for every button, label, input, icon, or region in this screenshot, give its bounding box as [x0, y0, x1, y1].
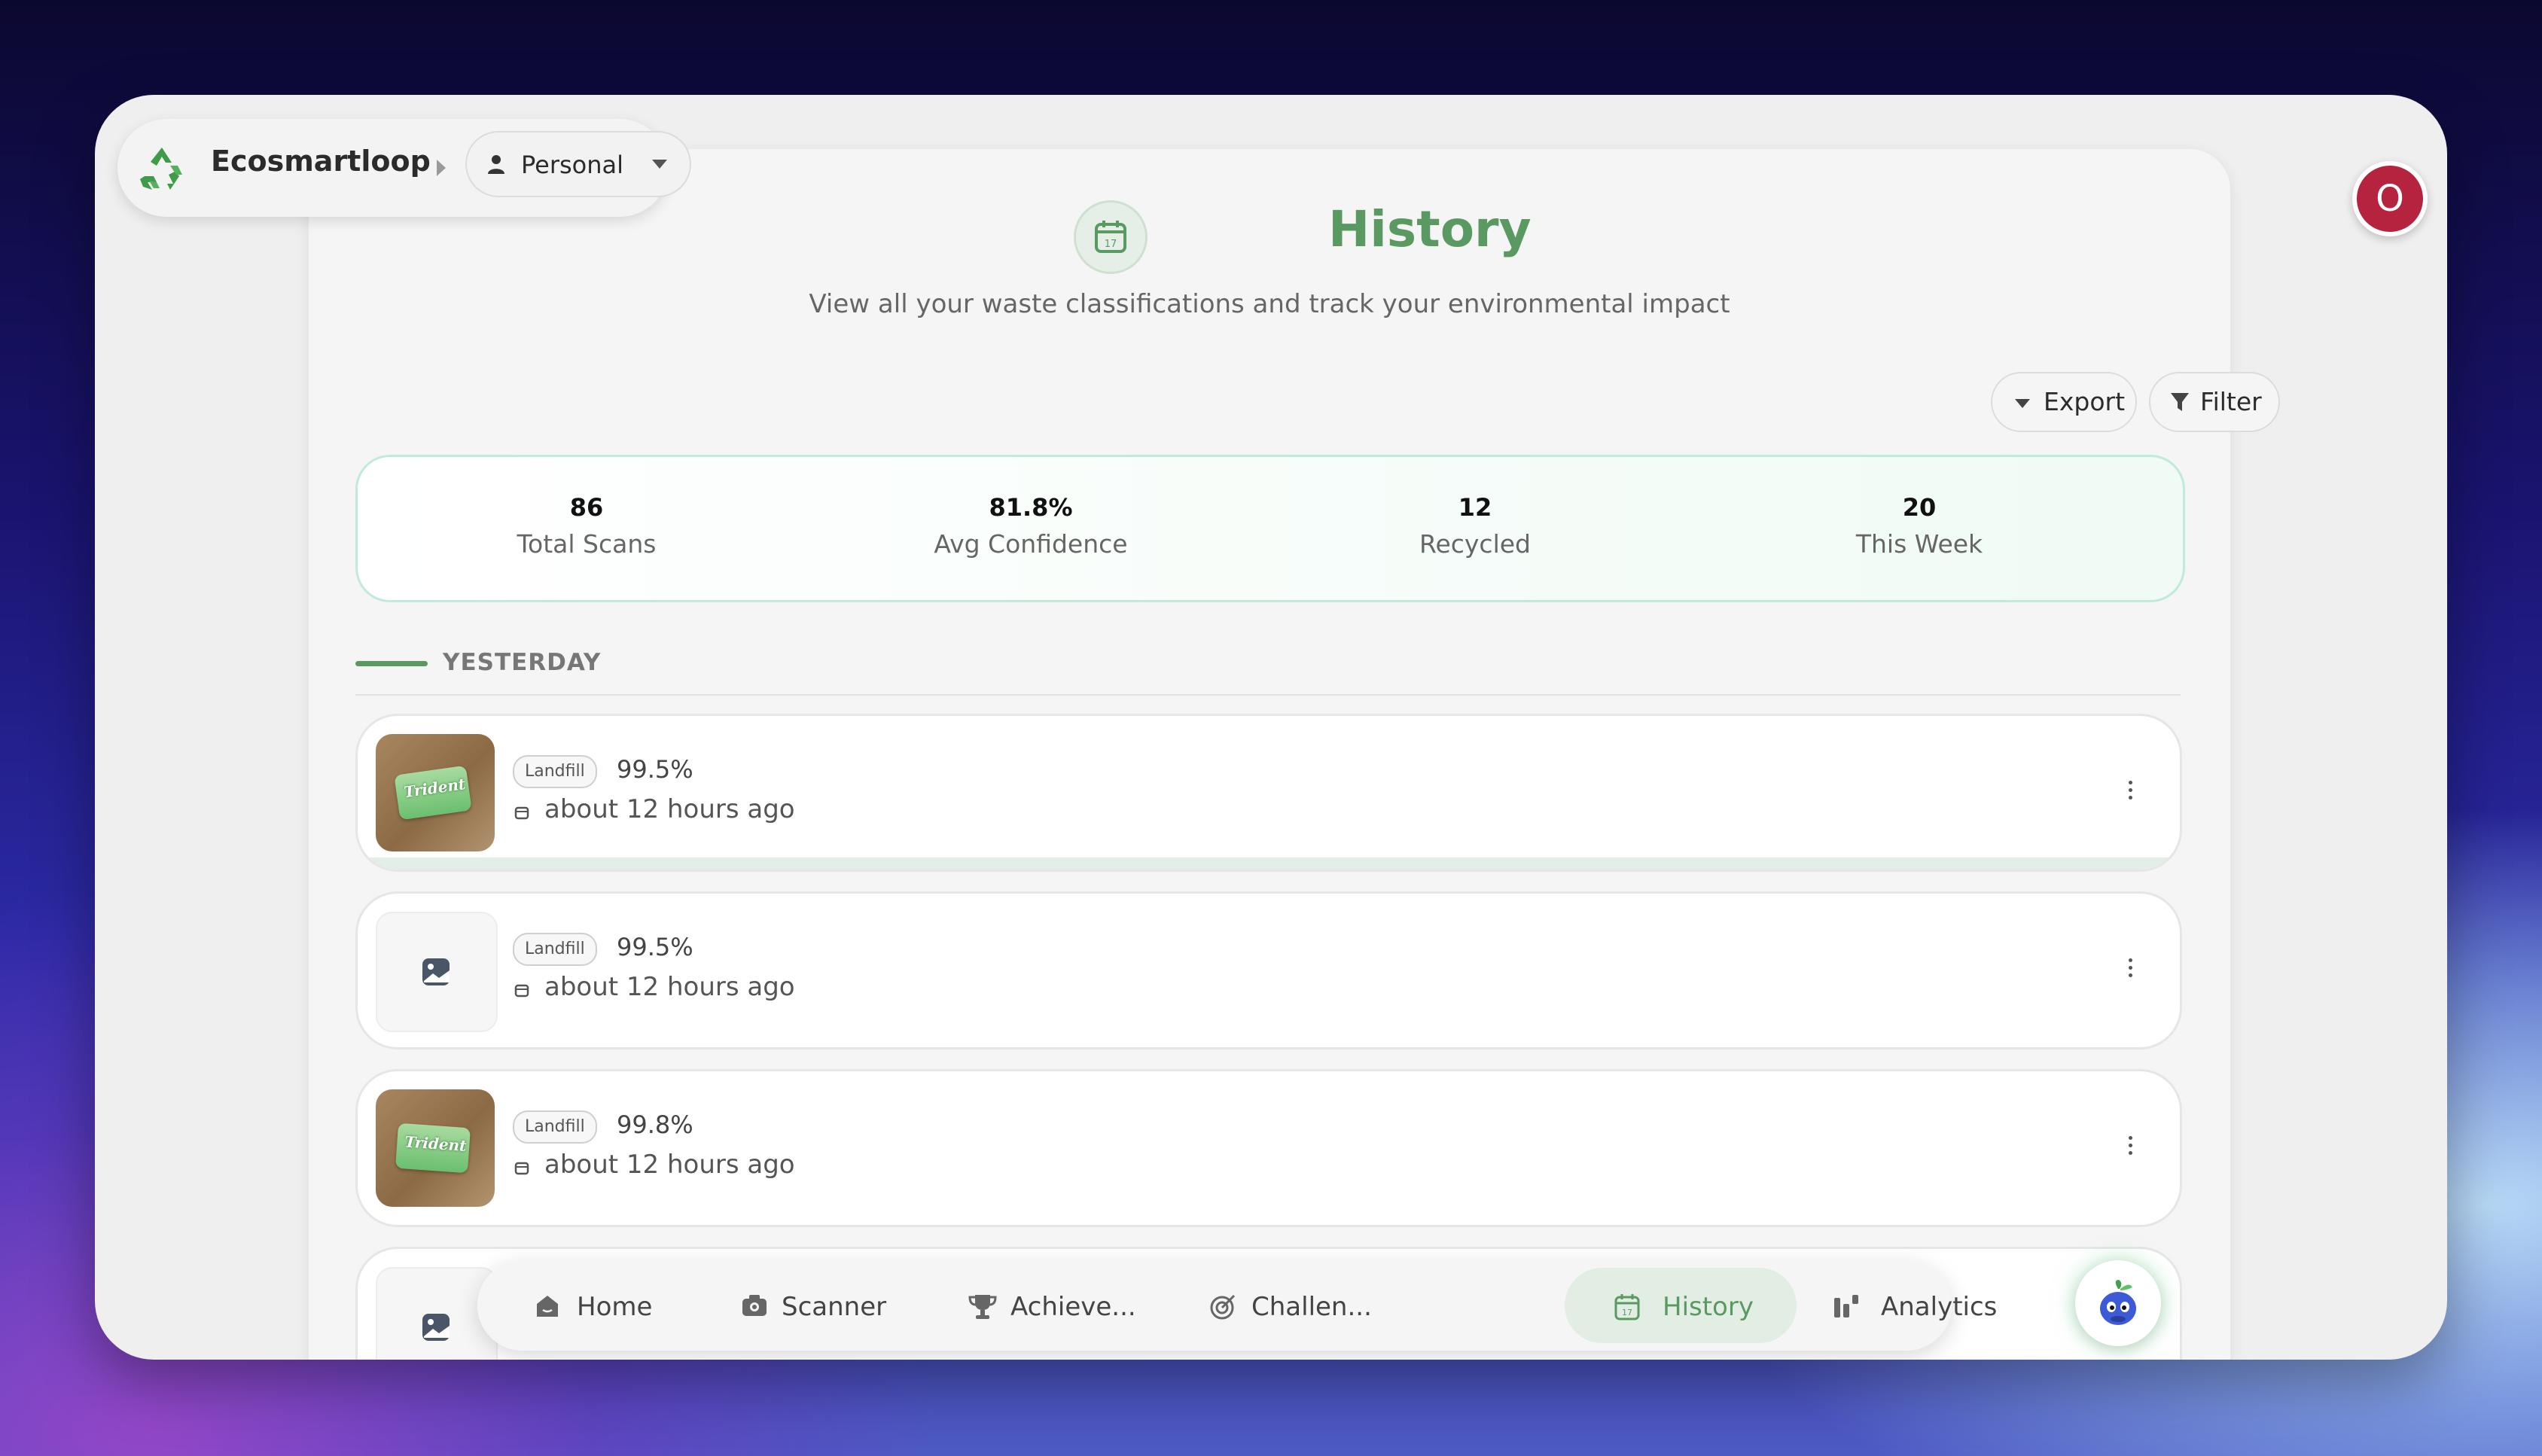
section-title: YESTERDAY — [443, 649, 602, 676]
filter-label: Filter — [2200, 387, 2262, 416]
trophy-icon — [968, 1295, 997, 1319]
confidence-value: 99.5% — [617, 933, 693, 961]
stat-label: Recycled — [1419, 529, 1531, 559]
chevron-down-icon — [2015, 399, 2030, 408]
list-item[interactable]: Trident Landfill 99.5% about 12 hours ag… — [355, 714, 2182, 872]
more-options-icon[interactable] — [2129, 1136, 2135, 1159]
stat-recycled: 12 Recycled — [1324, 493, 1626, 559]
item-thumbnail: Trident — [376, 734, 495, 851]
more-options-icon[interactable] — [2129, 781, 2135, 803]
stats-summary: 86 Total Scans 81.8% Avg Confidence 12 R… — [355, 455, 2185, 602]
nav-item-analytics[interactable]: Analytics — [1833, 1268, 2059, 1343]
gum-pack-image: Trident — [395, 1122, 471, 1174]
filter-button[interactable]: Filter — [2149, 372, 2280, 432]
timestamp: about 12 hours ago — [544, 794, 795, 824]
stat-label: This Week — [1855, 529, 1983, 559]
nav-item-achievements[interactable]: Achieve... — [950, 1268, 1161, 1343]
calendar-icon — [514, 806, 529, 820]
target-icon — [1210, 1294, 1236, 1320]
thumbnail-brand-text: Trident — [402, 775, 467, 802]
stat-label: Avg Confidence — [934, 529, 1128, 559]
list-item[interactable]: Trident Landfill 99.8% about 12 hours ag… — [355, 1069, 2182, 1227]
camera-icon — [742, 1295, 767, 1316]
nav-label: History — [1663, 1292, 1754, 1322]
chart-icon — [1834, 1295, 1858, 1317]
stat-value: 20 — [1902, 493, 1937, 522]
user-icon — [488, 155, 504, 174]
item-thumbnail: Trident — [376, 1089, 495, 1207]
workspace-label: Personal — [521, 151, 624, 179]
home-icon — [537, 1296, 558, 1317]
more-options-icon[interactable] — [2129, 958, 2135, 981]
nav-item-challenges[interactable]: Challen... — [1193, 1268, 1411, 1343]
avatar[interactable]: O — [2352, 161, 2428, 236]
confidence-value: 99.5% — [617, 755, 693, 784]
stat-value: 86 — [569, 493, 604, 522]
timestamp: about 12 hours ago — [544, 1150, 795, 1180]
thumbnail-brand-text: Trident — [404, 1132, 468, 1156]
nav-label: Home — [577, 1292, 653, 1322]
chevron-right-icon — [437, 160, 446, 176]
card-progress-bar — [358, 857, 2180, 870]
gum-pack-image: Trident — [394, 765, 472, 821]
section-accent-bar — [355, 661, 428, 666]
filter-icon — [2171, 393, 2189, 411]
bottom-nav: Home Scanner Achieve... Challen... 17 Hi… — [477, 1260, 1997, 1351]
image-placeholder-icon — [422, 958, 450, 985]
stat-value: 12 — [1458, 493, 1492, 522]
export-label: Export — [2044, 387, 2126, 416]
confidence-value: 99.8% — [617, 1110, 693, 1139]
mascot-assistant-button[interactable] — [2075, 1260, 2161, 1346]
svg-text:17: 17 — [1105, 239, 1117, 250]
stat-this-week: 20 This Week — [1769, 493, 2070, 559]
nav-item-scanner[interactable]: Scanner — [727, 1268, 923, 1343]
app-window: 17 History View all your waste classific… — [95, 95, 2447, 1360]
nav-label: Achieve... — [1010, 1292, 1136, 1322]
workspace-dropdown[interactable]: Personal — [465, 131, 691, 197]
nav-item-home[interactable]: Home — [520, 1268, 715, 1343]
calendar-icon: 17 — [1074, 200, 1148, 274]
mascot-icon — [2100, 1280, 2136, 1325]
category-badge: Landfill — [513, 1110, 597, 1144]
recycle-icon — [140, 148, 182, 190]
nav-label: Analytics — [1881, 1292, 1998, 1322]
nav-label: Scanner — [782, 1292, 887, 1322]
stat-label: Total Scans — [517, 529, 657, 559]
category-badge: Landfill — [513, 755, 597, 788]
chevron-down-icon — [652, 160, 667, 169]
section-divider — [355, 694, 2181, 696]
svg-text:17: 17 — [1622, 1308, 1632, 1317]
stat-total-scans: 86 Total Scans — [436, 493, 737, 559]
history-panel: 17 History View all your waste classific… — [309, 149, 2280, 1360]
category-badge: Landfill — [513, 933, 597, 966]
nav-label: Challen... — [1251, 1292, 1372, 1322]
workspace-switcher: Ecosmartloop Personal — [117, 119, 691, 217]
app-name: Ecosmartloop — [211, 145, 431, 178]
calendar-icon: 17 — [1614, 1294, 1640, 1320]
list-item[interactable]: Landfill 99.5% about 12 hours ago — [355, 891, 2182, 1049]
item-thumbnail — [376, 912, 498, 1032]
calendar-icon — [514, 984, 529, 998]
timestamp: about 12 hours ago — [544, 972, 795, 1002]
image-placeholder-icon — [422, 1314, 450, 1341]
stat-value: 81.8% — [989, 493, 1073, 522]
page-subtitle: View all your waste classifications and … — [809, 289, 1730, 319]
page-title: History — [1328, 200, 1532, 258]
nav-item-history[interactable]: 17 History — [1565, 1268, 1797, 1343]
export-button[interactable]: Export — [1991, 372, 2137, 432]
stat-avg-confidence: 81.8% Avg Confidence — [880, 493, 1181, 559]
calendar-icon — [514, 1162, 529, 1175]
